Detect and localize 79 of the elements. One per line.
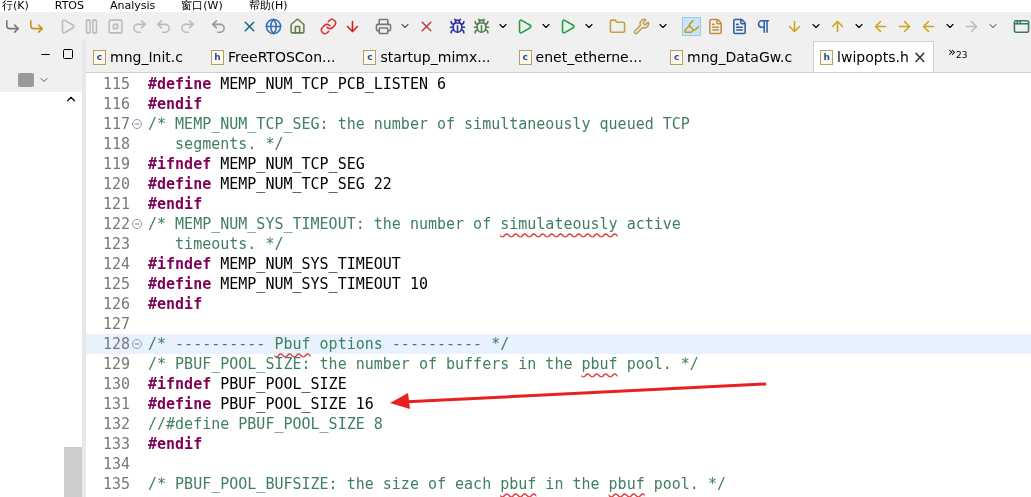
globe-icon[interactable] <box>265 17 282 35</box>
code-line: /* ---------- Pbuf options ---------- */ <box>148 335 510 353</box>
file-icon: c <box>93 49 106 65</box>
link-icon[interactable] <box>320 17 337 35</box>
document-icon[interactable] <box>731 17 748 35</box>
line-number: 118 <box>101 135 130 153</box>
line-number: 132 <box>101 415 130 433</box>
code-line: #endif <box>148 95 203 113</box>
window-icon[interactable] <box>1013 17 1030 35</box>
line-number: 129 <box>101 355 130 373</box>
resume-icon[interactable] <box>59 17 76 35</box>
file-icon: h <box>210 49 224 65</box>
maximize-icon[interactable] <box>62 48 74 60</box>
wrench-icon[interactable] <box>633 17 650 35</box>
close-icon[interactable]: × <box>912 47 928 67</box>
code-line: //#define PBUF_POOL_SIZE 8 <box>148 415 383 433</box>
line-number: 128 <box>101 335 130 353</box>
step-icon[interactable] <box>28 17 45 35</box>
code-line: #define MEMP_NUM_SYS_TIMEOUT 10 <box>148 275 428 293</box>
line-number: 130 <box>101 375 130 393</box>
stop-icon[interactable] <box>107 17 124 35</box>
line-number: 122 <box>101 215 130 233</box>
file-icon: c <box>518 49 532 65</box>
code-line: #define MEMP_NUM_TCP_SEG 22 <box>148 175 392 193</box>
editor-tab[interactable]: h FreeRTOSCon... <box>203 41 343 72</box>
line-number: 131 <box>101 395 130 413</box>
line-number: 127 <box>101 315 130 333</box>
run-icon[interactable] <box>516 17 533 35</box>
code-line: #define MEMP_NUM_TCP_PCB_LISTEN 6 <box>148 75 447 93</box>
line-number: 133 <box>101 435 130 453</box>
file-icon: c <box>363 49 377 65</box>
line-number: 120 <box>101 175 130 193</box>
file-icon: h <box>820 49 834 65</box>
code-line: #endif <box>148 435 203 453</box>
pilcrow-icon[interactable] <box>755 17 772 35</box>
menu-item[interactable]: 帮助(H) <box>248 0 288 12</box>
line-number: 123 <box>101 235 130 253</box>
code-line: #ifndef PBUF_POOL_SIZE <box>148 375 347 393</box>
line-number: 124 <box>101 255 130 273</box>
editor-tab[interactable]: c enet_etherne... <box>511 41 650 72</box>
code-line: /* MEMP_NUM_SYS_TIMEOUT: the number of simulateously active <box>148 215 681 233</box>
code-line: /* PBUF_POOL_SIZE: the number of buffers in the pbuf pool. */ <box>148 355 699 373</box>
line-number: 126 <box>101 295 130 313</box>
editor-tab[interactable]: c mng_DataGw.c <box>663 41 800 72</box>
code-line: #ifndef MEMP_NUM_TCP_SEG <box>148 155 365 173</box>
restart-icon[interactable] <box>210 17 227 35</box>
code-line: #endif <box>148 295 203 313</box>
code-line: #endif <box>148 195 203 213</box>
document-icon[interactable] <box>707 17 724 35</box>
run-tool-icon[interactable] <box>559 17 576 35</box>
bug-icon[interactable] <box>449 17 466 35</box>
editor-tab[interactable]: h lwipopts.h × <box>813 41 935 72</box>
line-number: 119 <box>101 155 130 173</box>
bug-icon[interactable] <box>473 17 490 35</box>
line-number: 135 <box>101 475 130 493</box>
highlighter-icon[interactable] <box>683 17 700 35</box>
house-icon[interactable] <box>289 17 306 35</box>
pause-icon[interactable] <box>83 17 100 35</box>
editor-tab[interactable]: c startup_mimx... <box>356 41 498 72</box>
file-icon: c <box>670 49 684 65</box>
menu-item[interactable]: Analysis <box>110 0 156 12</box>
code-line: #ifndef MEMP_NUM_SYS_TIMEOUT <box>148 255 401 273</box>
code-line: /* MEMP_NUM_TCP_SEG: the number of simultaneously queued TCP <box>148 115 690 133</box>
menu-item[interactable]: 窗口(W) <box>181 0 223 12</box>
menu-item[interactable]: RTOS <box>54 0 84 12</box>
line-number: 134 <box>101 455 130 473</box>
editor-tab[interactable]: c mng_Init.c <box>86 41 190 72</box>
line-number: 121 <box>101 195 130 213</box>
line-number: 115 <box>101 75 130 93</box>
code-line: /* PBUF_POOL_BUFSIZE: the size of each pbuf in the pbuf pool. */ <box>148 475 726 493</box>
code-line: timeouts. */ <box>174 235 284 253</box>
code-line: #define PBUF_POOL_SIZE 16 <box>148 395 374 413</box>
line-number: 116 <box>101 95 130 113</box>
scrollbar-thumb[interactable] <box>64 447 82 497</box>
line-number: 117 <box>101 115 130 133</box>
folder-icon[interactable] <box>609 17 626 35</box>
line-number: 125 <box>101 275 130 293</box>
menu-item[interactable]: 行(K) <box>2 0 29 12</box>
code-line: segments. */ <box>174 135 284 153</box>
